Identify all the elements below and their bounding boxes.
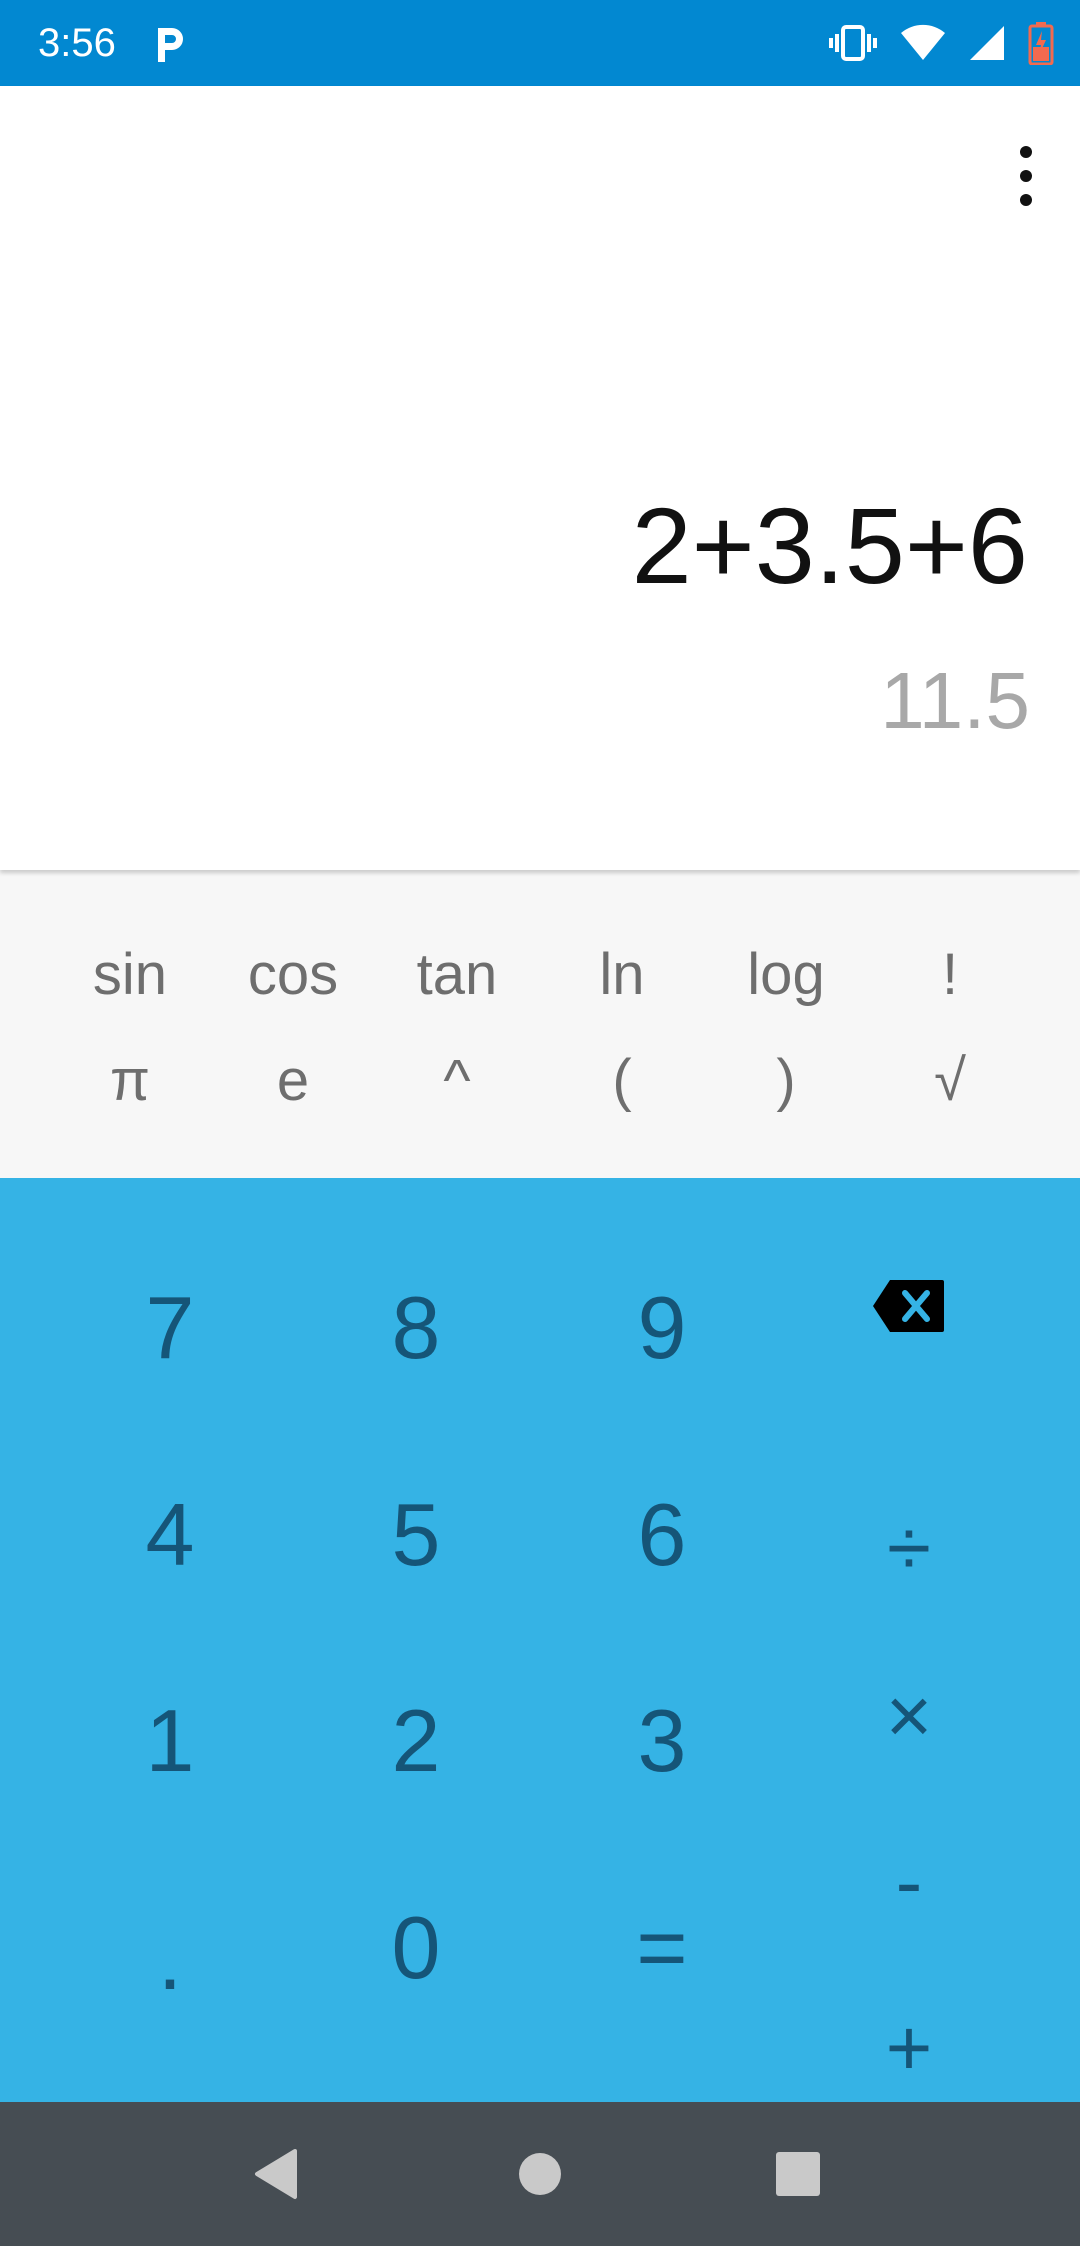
digit-8-button[interactable]: 8 — [316, 1243, 516, 1413]
display-panel: 2+3.5+6 11.5 — [0, 86, 1080, 870]
status-time: 3:56 — [38, 21, 116, 65]
sqrt-button[interactable]: √ — [868, 1036, 1032, 1126]
divide-button[interactable]: ÷ — [829, 1478, 989, 1618]
digit-0-button[interactable]: 0 — [316, 1863, 516, 2033]
advanced-row-2: π e ^ ( ) √ — [0, 1036, 1080, 1126]
open-paren-button[interactable]: ( — [540, 1036, 704, 1126]
digit-4-button[interactable]: 4 — [70, 1450, 270, 1620]
cos-button[interactable]: cos — [211, 930, 375, 1020]
decimal-point-button[interactable]: . — [70, 1874, 270, 2044]
advanced-row-1: sin cos tan ln log ! — [0, 930, 1080, 1020]
expression-display[interactable]: 2+3.5+6 — [632, 481, 1028, 611]
multiply-button[interactable]: × — [829, 1646, 989, 1786]
advanced-functions-panel: sin cos tan ln log ! π e ^ ( ) √ — [0, 870, 1080, 1178]
equals-button[interactable]: = — [562, 1863, 762, 2033]
digit-3-button[interactable]: 3 — [562, 1656, 762, 1826]
ln-button[interactable]: ln — [540, 930, 704, 1020]
result-display: 11.5 — [880, 656, 1030, 745]
cell-signal-icon — [968, 24, 1006, 62]
power-button[interactable]: ^ — [375, 1036, 539, 1126]
factorial-button[interactable]: ! — [868, 930, 1032, 1020]
e-button[interactable]: e — [211, 1036, 375, 1126]
digit-7-button[interactable]: 7 — [70, 1243, 270, 1413]
log-button[interactable]: log — [704, 930, 868, 1020]
minus-button[interactable]: - — [829, 1812, 989, 1952]
pi-button[interactable]: π — [48, 1036, 212, 1126]
battery-low-icon — [1028, 21, 1054, 65]
digit-6-button[interactable]: 6 — [562, 1450, 762, 1620]
digit-5-button[interactable]: 5 — [316, 1450, 516, 1620]
close-paren-button[interactable]: ) — [704, 1036, 868, 1126]
parking-app-icon — [152, 22, 188, 66]
status-bar: 3:56 — [0, 0, 1080, 86]
tan-button[interactable]: tan — [375, 930, 539, 1020]
digit-1-button[interactable]: 1 — [70, 1656, 270, 1826]
wifi-icon — [900, 24, 946, 62]
status-icons — [828, 20, 1054, 66]
home-icon[interactable] — [470, 2102, 610, 2246]
recents-icon[interactable] — [728, 2102, 868, 2246]
backspace-icon[interactable] — [872, 1278, 946, 1334]
sin-button[interactable]: sin — [48, 930, 212, 1020]
back-icon[interactable] — [206, 2102, 346, 2246]
numeric-keypad: 7 8 9 4 5 6 1 2 3 . 0 = ÷ × - + — [0, 1178, 1080, 2102]
digit-9-button[interactable]: 9 — [562, 1243, 762, 1413]
digit-2-button[interactable]: 2 — [316, 1656, 516, 1826]
vibrate-icon — [828, 23, 878, 63]
navigation-bar — [0, 2102, 1080, 2246]
plus-button[interactable]: + — [829, 1978, 989, 2118]
overflow-menu-icon[interactable] — [1002, 138, 1050, 258]
